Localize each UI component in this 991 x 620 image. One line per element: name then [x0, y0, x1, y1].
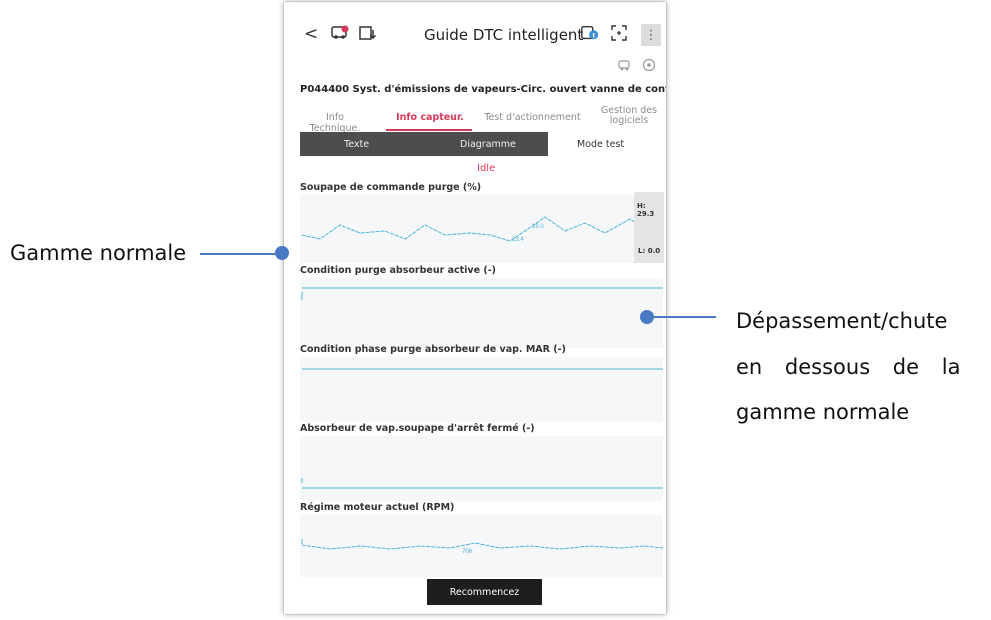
graph-label-purge-active: Condition purge absorbeur active (-): [300, 265, 496, 276]
graph-annotation-low: 23.4: [512, 237, 524, 243]
info-car-icon[interactable]: [580, 24, 600, 42]
page-title: Guide DTC intelligent: [424, 26, 584, 44]
tab-info-technique[interactable]: Info Technique.: [300, 112, 370, 134]
tab-gestion-logiciels[interactable]: Gestion des logiciels: [596, 106, 662, 126]
app-header: < Guide DTC intelligent ⋮: [284, 2, 666, 54]
tab-info-capteur[interactable]: Info capteur.: [390, 112, 470, 123]
graph-purge-active: [300, 278, 663, 348]
view-mode-switch: Texte Diagramme Mode test: [300, 132, 650, 156]
graph-purge-valve: 23.4 28.0: [300, 195, 663, 263]
restart-button[interactable]: Recommencez: [427, 579, 542, 605]
graph-label-shutoff-valve: Absorbeur de vap.soupape d'arrêt fermé (…: [300, 423, 535, 434]
graph-engine-rpm: 706: [300, 515, 663, 577]
back-button[interactable]: <: [304, 24, 318, 44]
graph-line: [301, 542, 663, 550]
more-options-icon: ⋮: [644, 27, 658, 43]
callout-left-line: [200, 253, 280, 255]
tab-test-actionnement[interactable]: Test d'actionnement: [475, 112, 590, 123]
graph-purge-phase: [300, 357, 663, 422]
callout-out-of-range-line1: Dépassement/chute: [736, 309, 948, 333]
engine-state: Idle: [477, 163, 496, 174]
settings-circle-icon[interactable]: [642, 57, 656, 76]
callout-left-dot: [275, 246, 289, 260]
dtc-description: P044400 Syst. d'émissions de vapeurs-Cir…: [300, 84, 666, 95]
download-report-icon[interactable]: [358, 24, 378, 42]
graph-label-purge-phase: Condition phase purge absorbeur de vap. …: [300, 344, 566, 355]
callout-out-of-range-line2: en dessous de la: [736, 355, 961, 379]
vehicle-icon[interactable]: [617, 57, 633, 76]
graph-shutoff-valve: [300, 436, 663, 501]
range-panel: H: 29.3 L: 0.0: [634, 192, 664, 263]
fullscreen-icon[interactable]: [609, 24, 629, 42]
callout-out-of-range-line3: gamme normale: [736, 400, 910, 424]
view-mode-test[interactable]: Mode test: [577, 139, 624, 150]
graph-annotation-rpm: 706: [462, 549, 473, 555]
graph-label-engine-rpm: Régime moteur actuel (RPM): [300, 502, 455, 513]
callout-normal-range: Gamme normale: [10, 241, 187, 265]
graph-label-purge-valve: Soupape de commande purge (%): [300, 182, 482, 193]
callout-right-line: [650, 316, 716, 318]
more-menu-button[interactable]: ⋮: [641, 24, 661, 46]
car-diagnostic-icon[interactable]: [330, 24, 350, 42]
range-low: L: 0.0: [638, 247, 661, 255]
info-tabs: Info Technique. Info capteur. Test d'act…: [300, 105, 666, 135]
phone-screen: < Guide DTC intelligent ⋮ P044400 Syst. …: [284, 2, 666, 614]
active-tab-indicator: [386, 129, 472, 131]
view-mode-texte[interactable]: Texte: [344, 139, 369, 150]
view-mode-diagramme[interactable]: Diagramme: [460, 139, 516, 150]
graph-line: [301, 216, 646, 242]
range-high: H: 29.3: [637, 202, 655, 218]
graph-annotation-high: 28.0: [532, 224, 544, 230]
